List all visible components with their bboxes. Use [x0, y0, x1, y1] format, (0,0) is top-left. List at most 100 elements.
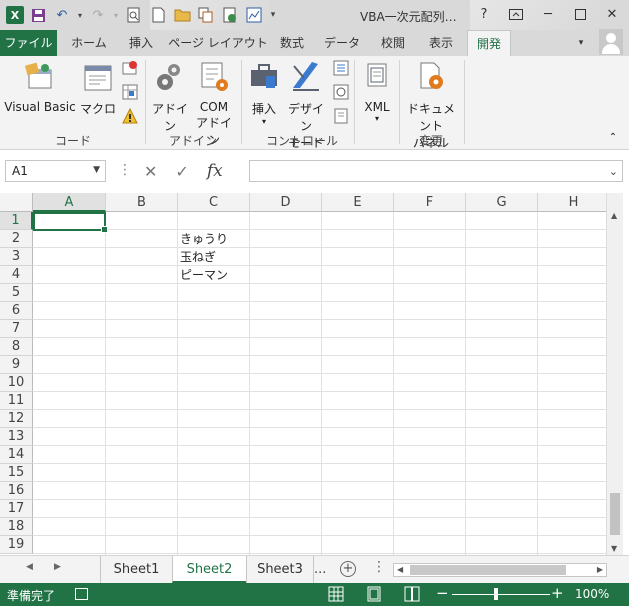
- row-header-15[interactable]: 15: [0, 464, 33, 482]
- column-header-e[interactable]: E: [322, 193, 394, 212]
- relative-references-icon[interactable]: [122, 84, 138, 100]
- tab-home[interactable]: ホーム: [63, 30, 115, 56]
- sheet-next-icon[interactable]: ▶: [54, 562, 61, 572]
- open-folder-icon[interactable]: [172, 5, 192, 25]
- macro-recording-icon[interactable]: [75, 588, 88, 600]
- sheet-prev-icon[interactable]: ◀: [26, 562, 33, 572]
- normal-view-icon[interactable]: [328, 586, 344, 602]
- row-header-2[interactable]: 2: [0, 230, 33, 248]
- row-header-9[interactable]: 9: [0, 356, 33, 374]
- column-header-f[interactable]: F: [394, 193, 466, 212]
- redo-dropdown-icon[interactable]: ▾: [112, 5, 120, 25]
- tab-review[interactable]: 校閲: [372, 30, 414, 56]
- sheet-tab-sheet1[interactable]: Sheet1: [100, 556, 172, 583]
- tab-developer[interactable]: 開発: [467, 30, 511, 56]
- tab-view[interactable]: 表示: [418, 30, 464, 56]
- chart-icon[interactable]: [244, 5, 264, 25]
- visual-basic-button[interactable]: Visual Basic: [4, 60, 76, 114]
- vertical-scrollbar[interactable]: ▲ ▼: [606, 193, 623, 555]
- tab-formulas[interactable]: 数式: [272, 30, 312, 56]
- chevron-down-icon[interactable]: ▼: [93, 165, 100, 175]
- undo-dropdown-icon[interactable]: ▾: [76, 5, 84, 25]
- new-file-icon[interactable]: [148, 5, 168, 25]
- page-break-view-icon[interactable]: [404, 586, 420, 602]
- row-header-6[interactable]: 6: [0, 302, 33, 320]
- tab-data[interactable]: データ: [315, 30, 369, 56]
- macros-button[interactable]: マクロ: [80, 60, 116, 117]
- properties-icon[interactable]: [333, 60, 349, 76]
- horizontal-scrollbar[interactable]: ◀ ▶: [393, 563, 607, 577]
- tab-page-layout[interactable]: ページ レイアウト: [167, 30, 269, 56]
- row-header-14[interactable]: 14: [0, 446, 33, 464]
- column-header-d[interactable]: D: [250, 193, 322, 212]
- sheet-tab-sheet3[interactable]: Sheet3: [246, 556, 314, 583]
- sheet-bar-grip-icon[interactable]: ⋮: [372, 559, 386, 575]
- horizontal-scroll-thumb[interactable]: [410, 565, 566, 575]
- print-preview-icon[interactable]: [124, 5, 144, 25]
- row-header-4[interactable]: 4: [0, 266, 33, 284]
- minimize-button[interactable]: ─: [539, 4, 557, 24]
- new-sheet-button[interactable]: +: [340, 561, 356, 577]
- expand-formula-bar-icon[interactable]: ⌄: [609, 165, 618, 178]
- column-header-b[interactable]: B: [106, 193, 178, 212]
- row-header-16[interactable]: 16: [0, 482, 33, 500]
- xml-button[interactable]: XML ▾: [358, 60, 396, 123]
- row-header-19[interactable]: 19: [0, 536, 33, 554]
- row-header-3[interactable]: 3: [0, 248, 33, 266]
- zoom-out-button[interactable]: −: [436, 584, 449, 602]
- column-header-h[interactable]: H: [538, 193, 606, 212]
- row-header-13[interactable]: 13: [0, 428, 33, 446]
- zoom-slider-track[interactable]: [452, 594, 550, 595]
- tab-overflow-icon[interactable]: ▾: [574, 30, 588, 56]
- insert-function-button[interactable]: fx: [207, 161, 223, 181]
- column-header-g[interactable]: G: [466, 193, 538, 212]
- tab-file[interactable]: ファイル: [0, 30, 57, 56]
- scroll-right-icon[interactable]: ▶: [597, 564, 603, 576]
- tab-insert[interactable]: 挿入: [118, 30, 164, 56]
- column-header-a[interactable]: A: [33, 193, 106, 212]
- select-all-corner[interactable]: [0, 193, 33, 212]
- name-box[interactable]: A1 ▼: [5, 160, 106, 182]
- zoom-in-button[interactable]: +: [551, 584, 564, 602]
- row-header-1[interactable]: 1: [0, 212, 33, 230]
- help-button[interactable]: ?: [475, 4, 493, 24]
- cell-c2[interactable]: きゅうり: [178, 230, 250, 248]
- page-layout-view-icon[interactable]: [366, 586, 382, 602]
- column-header-c[interactable]: C: [178, 193, 250, 212]
- row-header-18[interactable]: 18: [0, 518, 33, 536]
- scroll-left-icon[interactable]: ◀: [397, 564, 403, 576]
- avatar[interactable]: [599, 29, 623, 55]
- maximize-icon[interactable]: [571, 4, 589, 24]
- macro-security-icon[interactable]: [122, 107, 138, 124]
- formula-input[interactable]: ⌄: [249, 160, 623, 182]
- excel-logo-icon[interactable]: X: [6, 6, 24, 24]
- zoom-level[interactable]: 100%: [575, 587, 609, 601]
- scroll-up-icon[interactable]: ▲: [611, 211, 617, 220]
- more-sheets-button[interactable]: ...: [314, 556, 326, 583]
- row-header-8[interactable]: 8: [0, 338, 33, 356]
- row-header-5[interactable]: 5: [0, 284, 33, 302]
- zoom-slider-thumb[interactable]: [494, 588, 498, 600]
- confirm-entry-icon[interactable]: ✓: [175, 162, 188, 181]
- row-header-11[interactable]: 11: [0, 392, 33, 410]
- copy-icon[interactable]: [196, 5, 216, 25]
- row-header-7[interactable]: 7: [0, 320, 33, 338]
- refresh-icon[interactable]: [220, 5, 240, 25]
- cancel-entry-icon[interactable]: ✕: [144, 162, 157, 181]
- worksheet-grid[interactable]: A B C D E F G H 1 2 3 4 5 6 7 8 9 10 11 12 13 14 15 16 17 18 19 きゅう…: [0, 193, 606, 555]
- collapse-ribbon-icon[interactable]: ⌃: [606, 132, 620, 143]
- record-macro-icon[interactable]: [122, 60, 138, 76]
- ribbon-display-options-icon[interactable]: [507, 4, 525, 24]
- run-dialog-icon[interactable]: [333, 108, 349, 124]
- active-cell-a1[interactable]: [33, 212, 108, 233]
- addins-button[interactable]: アドイン: [150, 60, 190, 134]
- view-code-icon[interactable]: [333, 84, 349, 100]
- redo-icon[interactable]: ↷: [88, 5, 108, 25]
- cell-c4[interactable]: ピーマン: [178, 266, 250, 284]
- customize-qat-icon[interactable]: ▾: [268, 5, 278, 25]
- insert-control-button[interactable]: 挿入 ▾: [246, 60, 282, 126]
- save-icon[interactable]: [28, 5, 48, 25]
- row-header-12[interactable]: 12: [0, 410, 33, 428]
- cell-c3[interactable]: 玉ねぎ: [178, 248, 250, 266]
- row-header-10[interactable]: 10: [0, 374, 33, 392]
